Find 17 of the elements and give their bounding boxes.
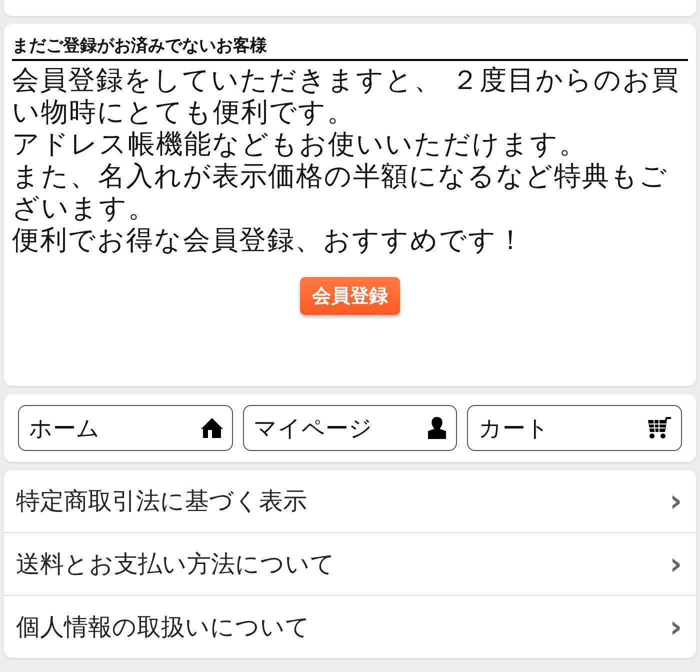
description-text: 便利でお得な会員登録、おすすめです！	[12, 225, 526, 257]
description-text: また、名入れが表示価格の半額になるなど特典もございます。	[12, 161, 669, 225]
nav-button[interactable]: カート	[467, 405, 682, 451]
link-item[interactable]: 送料とお支払い方法について	[16, 548, 335, 580]
section-heading: まだご登録がお済みでないお客様	[12, 34, 688, 61]
chevron-icon: ›	[670, 546, 682, 582]
nav-button[interactable]: ホーム	[18, 405, 233, 451]
chevron-icon: ›	[670, 484, 682, 518]
description-text: アドレス帳機能などもお使いいただけます。	[12, 129, 588, 161]
person-icon	[426, 416, 448, 440]
description-text: 会員登録をしていただきますと、 ２度目からのお買い物時にとても便利です。	[12, 65, 681, 129]
link-item[interactable]: 特定商取引法に基づく表示	[16, 485, 307, 517]
house-icon	[200, 416, 224, 440]
link-item[interactable]: 個人情報の取扱いについて	[16, 611, 310, 643]
nav-button[interactable]: マイページ	[242, 405, 458, 451]
chevron-icon: ›	[670, 610, 682, 644]
cart-icon	[647, 416, 674, 440]
